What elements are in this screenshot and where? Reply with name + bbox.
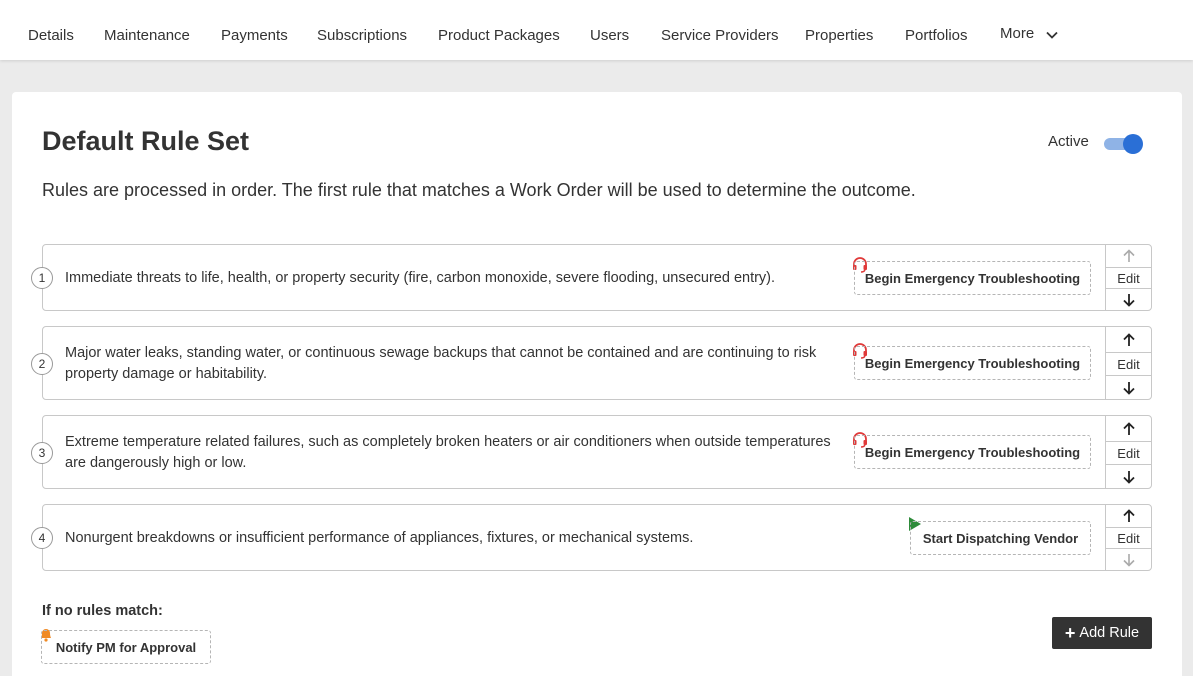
nav-details[interactable]: Details bbox=[28, 27, 74, 44]
top-nav: Details Maintenance Payments Subscriptio… bbox=[0, 0, 1193, 60]
nav-product-packages[interactable]: Product Packages bbox=[438, 27, 560, 44]
rule-text: Immediate threats to life, health, or pr… bbox=[65, 270, 776, 286]
rule-row: 3 Extreme temperature related failures, … bbox=[31, 415, 1152, 489]
add-rule-button[interactable]: + Add Rule bbox=[1052, 617, 1152, 649]
arrow-up-icon bbox=[1122, 509, 1135, 522]
rule-number: 4 bbox=[31, 527, 53, 549]
rule-controls: Edit bbox=[1105, 416, 1151, 488]
rule-row: 1 Immediate threats to life, health, or … bbox=[31, 244, 1152, 311]
chevron-down-icon bbox=[1046, 26, 1058, 43]
move-up-button[interactable] bbox=[1106, 245, 1151, 267]
active-toggle[interactable] bbox=[1104, 134, 1143, 154]
rule-number: 3 bbox=[31, 442, 53, 464]
arrow-up-icon bbox=[1122, 332, 1135, 346]
edit-button[interactable]: Edit bbox=[1106, 267, 1151, 289]
rule-number: 2 bbox=[31, 353, 53, 375]
arrow-down-icon bbox=[1122, 382, 1135, 395]
rule-row: 4 Nonurgent breakdowns or insufficient p… bbox=[31, 504, 1152, 571]
edit-button[interactable]: Edit bbox=[1106, 527, 1151, 549]
toggle-knob bbox=[1123, 134, 1143, 154]
nav-subscriptions[interactable]: Subscriptions bbox=[317, 27, 407, 44]
plus-icon: + bbox=[1064, 623, 1076, 643]
nav-more-menu[interactable]: More bbox=[1000, 25, 1058, 43]
rule-controls: Edit bbox=[1105, 327, 1151, 399]
add-rule-label: Add Rule bbox=[1079, 625, 1140, 641]
nav-portfolios[interactable]: Portfolios bbox=[905, 27, 968, 44]
fallback-action[interactable]: Notify PM for Approval bbox=[41, 630, 211, 664]
move-down-button[interactable] bbox=[1106, 549, 1151, 571]
rule-number: 1 bbox=[31, 267, 53, 289]
rule-action[interactable]: Start Dispatching Vendor bbox=[910, 521, 1091, 555]
arrow-up-icon bbox=[1122, 421, 1135, 435]
move-up-button[interactable] bbox=[1106, 505, 1151, 527]
arrow-down-icon bbox=[1122, 294, 1135, 307]
edit-button[interactable]: Edit bbox=[1106, 352, 1151, 376]
arrow-down-icon bbox=[1122, 554, 1135, 567]
nav-users[interactable]: Users bbox=[590, 27, 629, 44]
rule-text: Extreme temperature related failures, su… bbox=[65, 434, 831, 471]
rule-text: Major water leaks, standing water, or co… bbox=[65, 345, 817, 382]
page-title: Default Rule Set bbox=[42, 126, 250, 156]
rule-set-description: Rules are processed in order. The first … bbox=[42, 180, 916, 200]
nav-more-label: More bbox=[1000, 25, 1035, 42]
move-down-button[interactable] bbox=[1106, 465, 1151, 489]
move-up-button[interactable] bbox=[1106, 416, 1151, 441]
rule-action[interactable]: Begin Emergency Troubleshooting bbox=[854, 435, 1091, 469]
active-label: Active bbox=[1048, 133, 1089, 150]
nav-payments[interactable]: Payments bbox=[221, 27, 288, 44]
rule-action[interactable]: Begin Emergency Troubleshooting bbox=[854, 261, 1091, 295]
rule-action[interactable]: Begin Emergency Troubleshooting bbox=[854, 346, 1091, 380]
nav-maintenance[interactable]: Maintenance bbox=[104, 27, 190, 44]
move-down-button[interactable] bbox=[1106, 289, 1151, 311]
rule-set-card: Default Rule Set Active Rules are proces… bbox=[12, 92, 1182, 676]
rule-controls: Edit bbox=[1105, 505, 1151, 570]
fallback-title: If no rules match: bbox=[42, 603, 163, 619]
arrow-up-icon bbox=[1122, 249, 1135, 262]
move-down-button[interactable] bbox=[1106, 376, 1151, 400]
rule-controls: Edit bbox=[1105, 245, 1151, 310]
move-up-button[interactable] bbox=[1106, 327, 1151, 352]
nav-properties[interactable]: Properties bbox=[805, 27, 873, 44]
nav-service-providers[interactable]: Service Providers bbox=[661, 27, 779, 44]
rule-row: 2 Major water leaks, standing water, or … bbox=[31, 326, 1152, 400]
rule-text: Nonurgent breakdowns or insufficient per… bbox=[65, 530, 694, 546]
edit-button[interactable]: Edit bbox=[1106, 441, 1151, 465]
arrow-down-icon bbox=[1122, 471, 1135, 484]
